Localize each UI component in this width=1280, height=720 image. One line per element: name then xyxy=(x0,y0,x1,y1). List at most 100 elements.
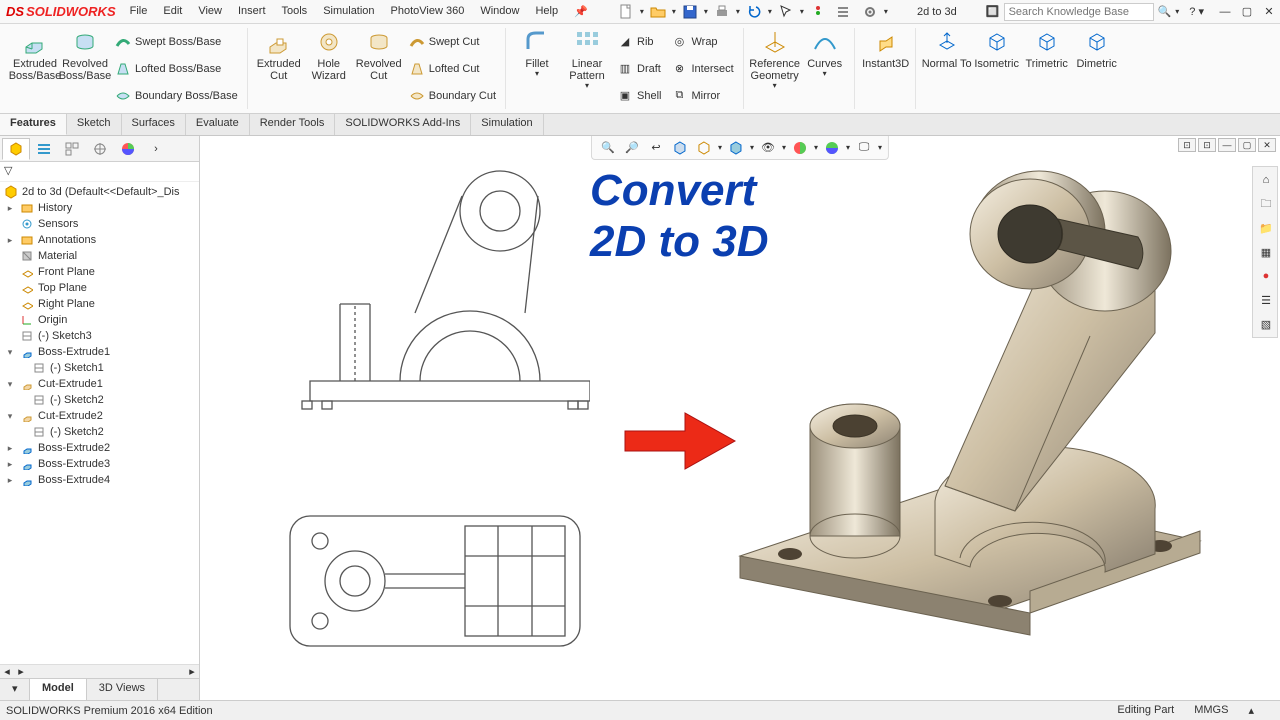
doc-minimize-button[interactable]: — xyxy=(1218,138,1236,152)
select-icon[interactable] xyxy=(774,2,798,22)
search-input[interactable] xyxy=(1004,3,1154,21)
menu-help[interactable]: Help xyxy=(527,1,566,22)
options-list-icon[interactable] xyxy=(832,2,856,22)
menu-file[interactable]: File xyxy=(122,1,156,22)
new-document-icon[interactable] xyxy=(614,2,638,22)
display-style-icon[interactable] xyxy=(726,138,746,158)
taskpane-properties-icon[interactable]: ☰ xyxy=(1255,289,1277,311)
intersect-button[interactable]: ⊗Intersect xyxy=(669,58,735,80)
display-manager-tab-icon[interactable] xyxy=(114,138,142,160)
boundary-boss-button[interactable]: Boundary Boss/Base xyxy=(113,85,240,107)
doc-next-icon[interactable]: ⊡ xyxy=(1198,138,1216,152)
settings-gear-icon[interactable] xyxy=(858,2,882,22)
tree-filter-row[interactable]: ▽ xyxy=(0,162,199,182)
tab-addins[interactable]: SOLIDWORKS Add-Ins xyxy=(335,114,471,135)
traffic-light-rebuild-icon[interactable] xyxy=(806,2,830,22)
configuration-manager-tab-icon[interactable] xyxy=(58,138,86,160)
tree-hscroll[interactable]: ◂ ▸ ▸ xyxy=(0,664,199,678)
tree-item[interactable]: Right Plane xyxy=(0,296,199,312)
tab-evaluate[interactable]: Evaluate xyxy=(186,114,250,135)
manager-overflow-icon[interactable]: › xyxy=(142,138,170,160)
status-menu-icon[interactable]: ▴ xyxy=(1248,704,1254,717)
section-view-icon[interactable] xyxy=(670,138,690,158)
tree-item[interactable]: ▸History xyxy=(0,200,199,216)
shell-button[interactable]: ▣Shell xyxy=(615,85,663,107)
doc-close-button[interactable]: ✕ xyxy=(1258,138,1276,152)
tree-item[interactable]: (-) Sketch3 xyxy=(0,328,199,344)
maximize-button[interactable]: ▢ xyxy=(1236,3,1258,21)
tab-sketch[interactable]: Sketch xyxy=(67,114,122,135)
tab-simulation[interactable]: Simulation xyxy=(471,114,543,135)
menu-simulation[interactable]: Simulation xyxy=(315,1,382,22)
zoom-area-icon[interactable]: 🔎 xyxy=(622,138,642,158)
taskpane-home-icon[interactable]: ⌂ xyxy=(1255,169,1277,191)
isometric-button[interactable]: Isometric xyxy=(972,28,1022,109)
tab-model[interactable]: Model xyxy=(30,679,87,700)
tree-item[interactable]: Sensors xyxy=(0,216,199,232)
appearance-icon[interactable] xyxy=(790,138,810,158)
tree-item[interactable]: Front Plane xyxy=(0,264,199,280)
tree-item[interactable]: ▾Cut-Extrude1 xyxy=(0,376,199,392)
draft-button[interactable]: ▥Draft xyxy=(615,58,663,80)
print-icon[interactable] xyxy=(710,2,734,22)
save-icon[interactable] xyxy=(678,2,702,22)
lofted-boss-button[interactable]: Lofted Boss/Base xyxy=(113,58,240,80)
normal-to-button[interactable]: Normal To xyxy=(922,28,972,109)
tree-item[interactable]: ▾Cut-Extrude2 xyxy=(0,408,199,424)
tab-render[interactable]: Render Tools xyxy=(250,114,336,135)
graphics-area[interactable]: Convert 2D to 3D xyxy=(200,136,1280,700)
extruded-cut-button[interactable]: Extruded Cut xyxy=(254,28,304,109)
tab-features[interactable]: Features xyxy=(0,114,67,135)
menu-tools[interactable]: Tools xyxy=(274,1,316,22)
lofted-cut-button[interactable]: Lofted Cut xyxy=(407,58,498,80)
tree-item[interactable]: (-) Sketch1 xyxy=(0,360,199,376)
taskpane-appearance-icon[interactable]: ● xyxy=(1255,265,1277,287)
menu-photoview[interactable]: PhotoView 360 xyxy=(383,1,473,22)
menu-pin-icon[interactable]: 📌 xyxy=(566,1,596,22)
previous-view-icon[interactable]: ↩ xyxy=(646,138,666,158)
tree-item[interactable]: ▸Boss-Extrude4 xyxy=(0,472,199,488)
swept-boss-button[interactable]: Swept Boss/Base xyxy=(113,31,240,53)
search-scope-icon[interactable]: 🔲 xyxy=(986,5,1000,18)
help-icon[interactable]: ? ▾ xyxy=(1183,5,1210,18)
linear-pattern-button[interactable]: Linear Pattern▾ xyxy=(562,28,612,109)
tree-item[interactable]: ▸Boss-Extrude2 xyxy=(0,440,199,456)
close-button[interactable]: ✕ xyxy=(1258,3,1280,21)
open-document-icon[interactable] xyxy=(646,2,670,22)
undo-icon[interactable] xyxy=(742,2,766,22)
swept-cut-button[interactable]: Swept Cut xyxy=(407,31,498,53)
reference-geometry-button[interactable]: Reference Geometry▾ xyxy=(750,28,800,109)
fillet-button[interactable]: Fillet▾ xyxy=(512,28,562,109)
tree-item[interactable]: ▸Annotations xyxy=(0,232,199,248)
feature-tree[interactable]: 2d to 3d (Default<<Default>_Dis ▸History… xyxy=(0,182,199,664)
tree-item[interactable]: ▸Boss-Extrude3 xyxy=(0,456,199,472)
menu-insert[interactable]: Insert xyxy=(230,1,274,22)
menu-edit[interactable]: Edit xyxy=(155,1,190,22)
curves-button[interactable]: Curves▾ xyxy=(800,28,850,109)
property-manager-tab-icon[interactable] xyxy=(30,138,58,160)
taskpane-library-icon[interactable]: 🗀 xyxy=(1255,193,1277,215)
tab-surfaces[interactable]: Surfaces xyxy=(122,114,186,135)
revolved-cut-button[interactable]: Revolved Cut xyxy=(354,28,404,109)
extruded-boss-button[interactable]: Extruded Boss/Base xyxy=(10,28,60,109)
scene-icon[interactable] xyxy=(822,138,842,158)
tab-3dviews[interactable]: 3D Views xyxy=(87,679,158,700)
menu-window[interactable]: Window xyxy=(472,1,527,22)
tree-item[interactable]: Material xyxy=(0,248,199,264)
doc-maximize-button[interactable]: ▢ xyxy=(1238,138,1256,152)
minimize-button[interactable]: — xyxy=(1214,3,1236,21)
mirror-button[interactable]: ⧉Mirror xyxy=(669,85,735,107)
revolved-boss-button[interactable]: Revolved Boss/Base xyxy=(60,28,110,109)
search-icon[interactable]: 🔍 xyxy=(1158,5,1172,18)
rib-button[interactable]: ◢Rib xyxy=(615,31,663,53)
taskpane-explorer-icon[interactable]: 📁 xyxy=(1255,217,1277,239)
instant3d-button[interactable]: Instant3D xyxy=(861,28,911,70)
hide-show-icon[interactable]: 👁 xyxy=(758,138,778,158)
tree-item[interactable]: ▾Boss-Extrude1 xyxy=(0,344,199,360)
status-units[interactable]: MMGS xyxy=(1194,704,1228,717)
feature-manager-tab-icon[interactable] xyxy=(2,138,30,160)
trimetric-button[interactable]: Trimetric xyxy=(1022,28,1072,109)
doc-prev-icon[interactable]: ⊡ xyxy=(1178,138,1196,152)
zoom-fit-icon[interactable]: 🔍 xyxy=(598,138,618,158)
hole-wizard-button[interactable]: Hole Wizard xyxy=(304,28,354,109)
